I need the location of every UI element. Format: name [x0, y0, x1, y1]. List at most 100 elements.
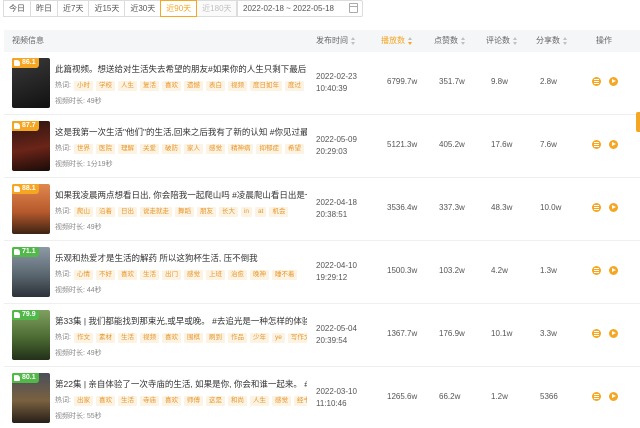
hot-word-tag[interactable]: 希望: [284, 144, 304, 154]
hot-word-tag[interactable]: 刷到: [205, 333, 225, 343]
video-thumbnail[interactable]: 88.1: [12, 184, 50, 234]
hot-word-tag[interactable]: 寺庙: [139, 396, 159, 406]
hot-word-tag[interactable]: 家人: [183, 144, 203, 154]
hot-word-tag[interactable]: 围棋: [183, 333, 203, 343]
header-like-count[interactable]: 点赞数: [434, 30, 465, 52]
table-row[interactable]: 86.1 此篇视频。想送给对生活失去希望的朋友#如果你的人生只剩下最后12个小时…: [4, 52, 640, 115]
hot-word-tag[interactable]: 生活: [117, 396, 137, 406]
hot-word-tag[interactable]: 感觉: [271, 396, 291, 406]
table-row[interactable]: 79.9 第33集 | 我们都能找到那束光,或早或晚。 #去追光是一种怎样的体验…: [4, 304, 640, 367]
hot-word-tag[interactable]: 度过: [284, 81, 304, 91]
sort-icon[interactable]: [351, 36, 355, 45]
hot-word-tag[interactable]: 喜欢: [95, 396, 115, 406]
hot-word-tag[interactable]: 日出: [117, 207, 137, 217]
hot-word-tag[interactable]: 喜欢: [117, 270, 137, 280]
hot-word-tag[interactable]: 写作文: [287, 333, 307, 343]
hot-word-tag[interactable]: 感觉: [205, 144, 225, 154]
play-icon[interactable]: [609, 266, 618, 275]
header-play-count[interactable]: 播放数: [381, 30, 412, 52]
tab-range-0[interactable]: 今日: [3, 0, 31, 17]
tab-range-3[interactable]: 近15天: [88, 0, 126, 17]
hot-word-tag[interactable]: 这是: [205, 396, 225, 406]
hot-word-tag[interactable]: 破防: [161, 144, 181, 154]
hot-word-tag[interactable]: in: [240, 207, 253, 217]
hot-word-tag[interactable]: 师傅: [183, 396, 203, 406]
hot-word-tag[interactable]: 学校: [95, 81, 115, 91]
play-icon[interactable]: [609, 77, 618, 86]
video-title[interactable]: 此篇视频。想送给对生活失去希望的朋友#如果你的人生只剩下最后12个小时 #...: [55, 63, 307, 75]
play-icon[interactable]: [609, 329, 618, 338]
play-icon[interactable]: [609, 392, 618, 401]
video-title[interactable]: 第33集 | 我们都能找到那束光,或早或晚。 #去追光是一种怎样的体验 #生活运…: [55, 315, 307, 327]
table-row[interactable]: 88.1 如果我凌晨两点想看日出, 你会陪我一起爬山吗 #凌晨爬山看日出是一种怎…: [4, 178, 640, 241]
hot-word-tag[interactable]: 经书: [293, 396, 307, 406]
hot-word-tag[interactable]: 舞蹈: [174, 207, 194, 217]
detail-list-icon[interactable]: [592, 392, 601, 401]
video-title[interactable]: 第22集 | 亲自体验了一次寺庙的生活, 如果是你, 你会和谁一起来。 #住在寺…: [55, 378, 307, 390]
hot-word-tag[interactable]: 晚神: [249, 270, 269, 280]
table-row[interactable]: 80.1 第22集 | 亲自体验了一次寺庙的生活, 如果是你, 你会和谁一起来。…: [4, 367, 640, 428]
video-title[interactable]: 乐观和热爱才是生活的解药 所以这狗杯生活, 压不倒我: [55, 252, 307, 264]
detail-list-icon[interactable]: [592, 140, 601, 149]
calendar-icon[interactable]: [349, 3, 358, 13]
hot-word-tag[interactable]: 治愈: [227, 270, 247, 280]
detail-list-icon[interactable]: [592, 329, 601, 338]
detail-list-icon[interactable]: [592, 77, 601, 86]
hot-word-tag[interactable]: 生活: [117, 333, 137, 343]
hot-word-tag[interactable]: 爬山: [73, 207, 93, 217]
hot-word-tag[interactable]: 不好: [95, 270, 115, 280]
hot-word-tag[interactable]: 世界: [73, 144, 93, 154]
hot-word-tag[interactable]: 喜欢: [161, 333, 181, 343]
tab-range-5[interactable]: 近90天: [160, 0, 198, 17]
table-row[interactable]: 87.7 这是我第一次生活"他们"的生活,回来之后我有了新的认知 #你见过最真实…: [4, 115, 640, 178]
hot-word-tag[interactable]: 小时: [73, 81, 93, 91]
hot-word-tag[interactable]: 医院: [95, 144, 115, 154]
hot-word-tag[interactable]: 作品: [227, 333, 247, 343]
hot-word-tag[interactable]: at: [255, 207, 267, 217]
hot-word-tag[interactable]: 理解: [117, 144, 137, 154]
hot-word-tag[interactable]: 复活: [139, 81, 159, 91]
video-title[interactable]: 如果我凌晨两点想看日出, 你会陪我一起爬山吗 #凌晨爬山看日出是一种怎样的...: [55, 189, 307, 201]
video-title[interactable]: 这是我第一次生活"他们"的生活,回来之后我有了新的认知 #你见过最真实的精神..…: [55, 126, 307, 138]
hot-word-tag[interactable]: 精神病: [227, 144, 254, 154]
play-icon[interactable]: [609, 203, 618, 212]
header-comment-count[interactable]: 评论数: [486, 30, 517, 52]
hot-word-tag[interactable]: 心情: [73, 270, 93, 280]
hot-word-tag[interactable]: 机会: [269, 207, 289, 217]
hot-word-tag[interactable]: 素材: [95, 333, 115, 343]
sort-icon[interactable]: [513, 36, 517, 45]
hot-word-tag[interactable]: 度日如年: [249, 81, 282, 91]
side-scroll-indicator[interactable]: [636, 112, 640, 132]
hot-word-tag[interactable]: 出家: [73, 396, 93, 406]
video-thumbnail[interactable]: 80.1: [12, 373, 50, 423]
hot-word-tag[interactable]: 作文: [73, 333, 93, 343]
sort-icon[interactable]: [563, 36, 567, 45]
hot-word-tag[interactable]: 感觉: [183, 270, 203, 280]
hot-word-tag[interactable]: 视频: [139, 333, 159, 343]
date-range-picker[interactable]: 2022-02-18 ~ 2022-05-18: [236, 0, 363, 17]
hot-word-tag[interactable]: 生活: [139, 270, 159, 280]
tab-range-2[interactable]: 近7天: [57, 0, 90, 17]
hot-word-tag[interactable]: 说走就走: [139, 207, 172, 217]
detail-list-icon[interactable]: [592, 266, 601, 275]
hot-word-tag[interactable]: 视频: [227, 81, 247, 91]
header-share-count[interactable]: 分享数: [536, 30, 567, 52]
hot-word-tag[interactable]: ye: [271, 333, 285, 343]
hot-word-tag[interactable]: 喜欢: [161, 81, 181, 91]
video-thumbnail[interactable]: 87.7: [12, 121, 50, 171]
hot-word-tag[interactable]: 睡不着: [271, 270, 298, 280]
sort-desc-icon[interactable]: [408, 36, 412, 45]
hot-word-tag[interactable]: 出门: [161, 270, 181, 280]
video-thumbnail[interactable]: 86.1: [12, 58, 50, 108]
hot-word-tag[interactable]: 人生: [117, 81, 137, 91]
hot-word-tag[interactable]: 抑郁症: [256, 144, 282, 154]
detail-list-icon[interactable]: [592, 203, 601, 212]
table-row[interactable]: 71.1 乐观和热爱才是生活的解药 所以这狗杯生活, 压不倒我 热词: 心情 不好喜…: [4, 241, 640, 304]
hot-word-tag[interactable]: 朋友: [196, 207, 216, 217]
video-thumbnail[interactable]: 79.9: [12, 310, 50, 360]
hot-word-tag[interactable]: 和尚: [227, 396, 247, 406]
hot-word-tag[interactable]: 沿着: [95, 207, 115, 217]
hot-word-tag[interactable]: 遗憾: [183, 81, 203, 91]
video-thumbnail[interactable]: 71.1: [12, 247, 50, 297]
hot-word-tag[interactable]: 少年: [249, 333, 269, 343]
